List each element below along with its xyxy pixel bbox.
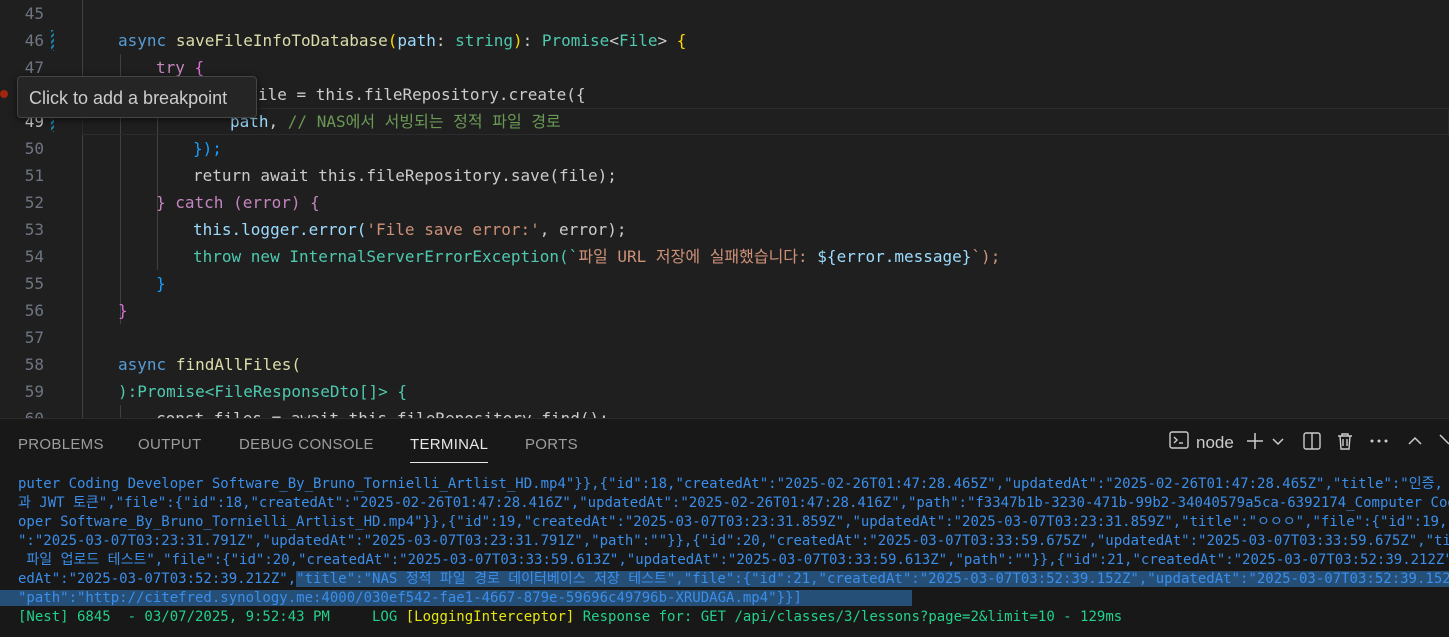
trash-icon[interactable]: [1336, 431, 1354, 455]
code-line: } catch (error) {: [156, 193, 320, 212]
tab-debug-console[interactable]: DEBUG CONSOLE: [239, 419, 374, 463]
breakpoint-tooltip: Click to add a breakpoint: [17, 76, 257, 118]
close-icon[interactable]: [1438, 431, 1449, 455]
code-line: throw new InternalServerErrorException(`…: [193, 247, 1001, 266]
line-number[interactable]: 60: [0, 405, 44, 418]
code-line: path, // NAS에서 서빙되는 정적 파일 경로: [230, 112, 561, 131]
terminal-selection: "title":"NAS 정적 파일 경로 데이터베이스 저장 테스트","fi…: [296, 571, 1449, 587]
terminal-line: 파일 업로드 테스트","file":{"id":20,"createdAt":…: [18, 552, 1449, 568]
line-number[interactable]: 55: [0, 270, 44, 297]
terminal-line: edAt":"2025-03-07T03:52:39.212Z","title"…: [18, 570, 1449, 589]
terminal-selection: "path":"http://citefred.synology.me:4000…: [0, 590, 912, 606]
line-number[interactable]: 46: [0, 27, 44, 54]
code-line: const files = await this.fileRepository.…: [156, 405, 609, 418]
terminal-log-line: [Nest] 6845 - 03/07/2025, 9:52:43 PM LOG…: [18, 609, 1123, 625]
line-number[interactable]: 58: [0, 351, 44, 378]
line-number[interactable]: 51: [0, 162, 44, 189]
code-line: }: [118, 301, 128, 320]
code-line: return await this.fileRepository.save(fi…: [193, 166, 617, 185]
code-line: async findAllFiles(: [118, 355, 302, 374]
code-line: async saveFileInfoToDatabase(path: strin…: [118, 31, 687, 50]
code-line: ile = this.fileRepository.create({: [258, 85, 586, 104]
terminal-name[interactable]: node: [1196, 431, 1234, 455]
line-number[interactable]: 57: [0, 324, 44, 351]
code-line: this.logger.error('File save error:', er…: [193, 220, 627, 239]
terminal-line: oper Software_By_Bruno_Tornielli_Artlist…: [18, 514, 1449, 530]
chevron-up-icon[interactable]: [1406, 431, 1424, 455]
terminal-output[interactable]: puter Coding Developer Software_By_Bruno…: [0, 475, 1449, 627]
code-line: });: [193, 139, 222, 158]
bottom-panel: PROBLEMS OUTPUT DEBUG CONSOLE TERMINAL P…: [0, 418, 1449, 637]
code-line: }: [156, 274, 166, 293]
terminal-line: "path":"http://citefred.synology.me:4000…: [0, 589, 1449, 608]
line-number[interactable]: 50: [0, 135, 44, 162]
terminal-line: ":"2025-03-07T03:23:31.791Z","updatedAt"…: [18, 533, 1449, 549]
line-number[interactable]: 45: [0, 0, 44, 27]
terminal-line: puter Coding Developer Software_By_Bruno…: [18, 476, 1449, 492]
plus-icon[interactable]: [1245, 431, 1265, 455]
panel-tabs: PROBLEMS OUTPUT DEBUG CONSOLE TERMINAL P…: [0, 419, 1449, 463]
tab-ports[interactable]: PORTS: [525, 419, 578, 463]
terminal-line: 과 JWT 토큰","file":{"id":18,"createdAt":"2…: [18, 495, 1449, 511]
line-number[interactable]: 54: [0, 243, 44, 270]
tab-problems[interactable]: PROBLEMS: [18, 419, 104, 463]
split-icon[interactable]: [1302, 431, 1322, 455]
more-icon[interactable]: [1369, 431, 1389, 455]
line-number[interactable]: 53: [0, 216, 44, 243]
chevron-down-icon[interactable]: [1271, 431, 1285, 455]
line-number[interactable]: 59: [0, 378, 44, 405]
breakpoint-hint-icon[interactable]: [0, 90, 8, 98]
tab-output[interactable]: OUTPUT: [138, 419, 201, 463]
code-editor[interactable]: 45 46 async saveFileInfoToDatabase(path:…: [0, 0, 1449, 418]
terminal-icon[interactable]: [1169, 431, 1189, 455]
line-number[interactable]: 56: [0, 297, 44, 324]
tab-terminal[interactable]: TERMINAL: [410, 419, 489, 463]
code-line: ):Promise<FileResponseDto[]> {: [118, 382, 407, 401]
line-number[interactable]: 52: [0, 189, 44, 216]
